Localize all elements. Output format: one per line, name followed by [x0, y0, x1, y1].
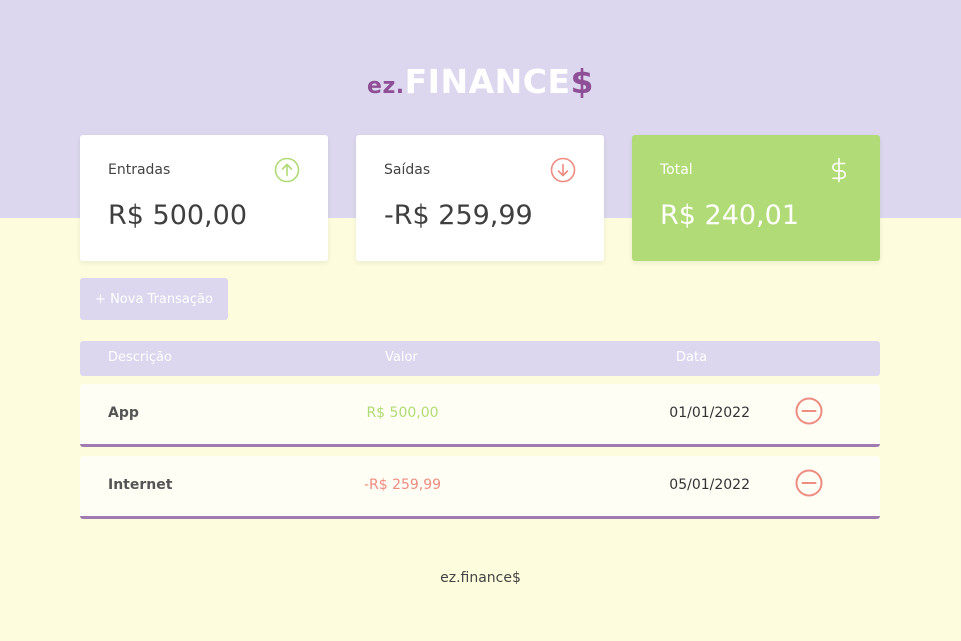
row-amount: -R$ 259,99 [363, 477, 442, 493]
table-row: Internet -R$ 259,99 05/01/2022 [80, 456, 880, 519]
row-amount: R$ 500,00 [366, 405, 439, 421]
arrow-down-circle-icon [550, 157, 576, 183]
row-description: App [108, 405, 139, 421]
dollar-sign-icon [832, 157, 846, 183]
logo-main: FINANCE [404, 62, 571, 101]
total-value: R$ 240,01 [660, 200, 799, 231]
remove-transaction-icon[interactable] [794, 396, 824, 426]
total-label: Total [660, 162, 693, 178]
header-amount: Valor [385, 350, 418, 365]
expense-label: Saídas [384, 162, 431, 178]
expense-card: Saídas -R$ 259,99 [356, 135, 604, 261]
row-date: 05/01/2022 [669, 477, 750, 493]
new-transaction-button[interactable]: + Nova Transação [80, 278, 228, 320]
table-header: Descrição Valor Data [80, 341, 880, 376]
income-value: R$ 500,00 [108, 200, 247, 231]
header-date: Data [676, 350, 708, 365]
arrow-up-circle-icon [274, 157, 300, 183]
logo-prefix: ez. [367, 74, 405, 99]
logo-suffix: $ [570, 62, 594, 101]
table-row: App R$ 500,00 01/01/2022 [80, 384, 880, 447]
income-label: Entradas [108, 162, 171, 178]
header-description: Descrição [108, 350, 172, 365]
income-card: Entradas R$ 500,00 [80, 135, 328, 261]
row-description: Internet [108, 477, 173, 493]
expense-value: -R$ 259,99 [384, 200, 533, 231]
row-date: 01/01/2022 [669, 405, 750, 421]
footer-text: ez.finance$ [440, 570, 521, 586]
remove-transaction-icon[interactable] [794, 468, 824, 498]
app-logo: ez.FINANCE$ [0, 62, 961, 101]
total-card: Total R$ 240,01 [632, 135, 880, 261]
